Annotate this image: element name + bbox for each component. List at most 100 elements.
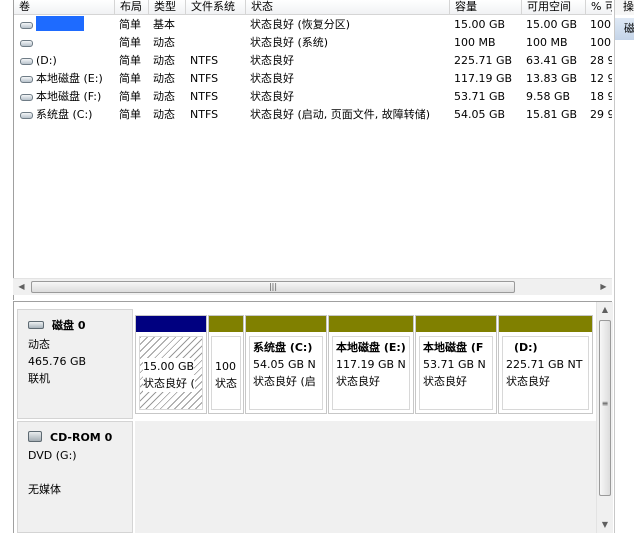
volume-icon — [20, 40, 33, 47]
cdrom-0-drive: DVD (G:) — [28, 449, 77, 462]
column-header-capacity[interactable]: 容量 — [450, 0, 522, 15]
cdrom-0-title: CD-ROM 0 — [50, 431, 113, 444]
scroll-thumb[interactable]: ≡ — [599, 320, 611, 496]
volume-icon — [20, 22, 33, 29]
capacity-cell: 53.71 GB — [454, 90, 506, 103]
partition-body: 15.00 GB 状态良好 ( — [139, 336, 203, 410]
cdrom-0-area — [135, 421, 596, 533]
partition-status: 状态良好 — [336, 375, 380, 388]
partition-status: 状态 — [215, 377, 237, 390]
disk-0-label[interactable]: 磁盘 0 动态 465.76 GB 联机 — [17, 309, 133, 419]
partition-status: 状态良好 — [506, 375, 550, 388]
volume-cell: 系统盘 (C:) — [16, 106, 115, 124]
disk-0-type: 动态 — [28, 338, 50, 351]
capacity-cell: 225.71 GB — [454, 54, 513, 67]
volume-row[interactable]: 本地磁盘 (E:) 简单 动态 NTFS 状态良好 117.19 GB 13.8… — [14, 70, 612, 88]
status-cell: 状态良好 (启动, 页面文件, 故障转储) — [250, 108, 431, 121]
partition-status: 状态良好 (启 — [253, 375, 316, 388]
action-pane-item[interactable]: 磁 — [615, 18, 634, 40]
partition-status: 状态良好 ( — [143, 375, 195, 392]
partition-body: 本地磁盘 (E:) 117.19 GB N 状态良好 — [332, 336, 410, 410]
volume-row[interactable]: 简单 基本 状态良好 (恢复分区) 15.00 GB 15.00 GB 100 — [14, 16, 612, 34]
column-header-status[interactable]: 状态 — [246, 0, 450, 15]
free-space-cell: 63.41 GB — [526, 54, 578, 67]
partition-size: 225.71 GB NT — [506, 358, 583, 371]
status-cell: 状态良好 (系统) — [250, 36, 329, 49]
disk-view-vertical-scrollbar[interactable]: ▲ ≡ ▼ — [596, 302, 613, 533]
partition-title: 本地磁盘 (F — [423, 341, 484, 354]
volume-cell: 本地磁盘 (E:) — [16, 70, 115, 88]
percent-free-cell: 100 — [590, 36, 611, 49]
filesystem-cell: NTFS — [190, 90, 219, 103]
partition-body: 100 状态 — [211, 336, 241, 410]
status-cell: 状态良好 — [250, 90, 294, 103]
action-pane-header: 操 — [615, 0, 634, 15]
redacted-volume-name — [36, 16, 84, 31]
capacity-cell: 15.00 GB — [454, 18, 506, 31]
percent-free-cell: 29 9 — [590, 108, 612, 121]
partition-size: 117.19 GB N — [336, 358, 406, 371]
volume-icon — [20, 76, 33, 83]
partition-size: 53.71 GB N — [423, 358, 486, 371]
disk-0-row: 磁盘 0 动态 465.76 GB 联机 15.00 GB 状态良好 ( 100… — [14, 302, 596, 420]
partition-body: 系统盘 (C:) 54.05 GB N 状态良好 (启 — [249, 336, 323, 410]
percent-free-cell: 12 9 — [590, 72, 612, 85]
percent-free-cell: 18 9 — [590, 90, 612, 103]
scroll-left-icon[interactable]: ◀ — [13, 279, 30, 296]
percent-free-cell: 100 — [590, 18, 611, 31]
partition-bar — [499, 316, 592, 332]
volume-rows: 简单 基本 状态良好 (恢复分区) 15.00 GB 15.00 GB 100 … — [14, 16, 612, 124]
partition-recovery[interactable]: 15.00 GB 状态良好 ( — [135, 315, 207, 414]
cdrom-0-label[interactable]: CD-ROM 0 DVD (G:) 无媒体 — [17, 421, 133, 533]
volume-list-header: 卷 布局 类型 文件系统 状态 容量 可用空间 % 可 — [14, 0, 612, 15]
layout-cell: 简单 — [119, 18, 141, 31]
partition-size: 15.00 GB — [143, 358, 195, 375]
cdrom-0-media: 无媒体 — [28, 483, 61, 496]
volume-row[interactable]: 系统盘 (C:) 简单 动态 NTFS 状态良好 (启动, 页面文件, 故障转储… — [14, 106, 612, 124]
volume-cell: 本地磁盘 (F:) — [16, 88, 115, 106]
filesystem-cell — [186, 34, 246, 52]
type-cell: 基本 — [153, 18, 175, 31]
cdrom-drive-icon — [28, 431, 42, 442]
partition-bar — [136, 316, 206, 332]
partition-e[interactable]: 本地磁盘 (E:) 117.19 GB N 状态良好 — [328, 315, 414, 414]
partition-bar — [416, 316, 496, 332]
partition-c[interactable]: 系统盘 (C:) 54.05 GB N 状态良好 (启 — [245, 315, 327, 414]
type-cell: 动态 — [153, 36, 175, 49]
partition-body: (D:) 225.71 GB NT 状态良好 — [502, 336, 589, 410]
volume-icon — [20, 94, 33, 101]
partition-size: 54.05 GB N — [253, 358, 316, 371]
column-header-type[interactable]: 类型 — [149, 0, 186, 15]
partition-body: 本地磁盘 (F 53.71 GB N 状态良好 — [419, 336, 493, 410]
column-header-volume[interactable]: 卷 — [14, 0, 115, 15]
status-cell: 状态良好 (恢复分区) — [250, 18, 351, 31]
layout-cell: 简单 — [119, 90, 141, 103]
partition-f[interactable]: 本地磁盘 (F 53.71 GB N 状态良好 — [415, 315, 497, 414]
volume-row[interactable]: 本地磁盘 (F:) 简单 动态 NTFS 状态良好 53.71 GB 9.58 … — [14, 88, 612, 106]
disk-graphical-view: 磁盘 0 动态 465.76 GB 联机 15.00 GB 状态良好 ( 100… — [13, 301, 613, 533]
column-header-free-space[interactable]: 可用空间 — [522, 0, 586, 15]
type-cell: 动态 — [153, 72, 175, 85]
volume-list-horizontal-scrollbar[interactable]: ◀ ||| ▶ — [13, 278, 612, 295]
scroll-up-icon[interactable]: ▲ — [597, 302, 613, 318]
scroll-down-icon[interactable]: ▼ — [597, 517, 613, 533]
column-header-filesystem[interactable]: 文件系统 — [186, 0, 246, 15]
partition-d[interactable]: (D:) 225.71 GB NT 状态良好 — [498, 315, 593, 414]
capacity-cell: 54.05 GB — [454, 108, 506, 121]
layout-cell: 简单 — [119, 36, 141, 49]
free-space-cell: 13.83 GB — [526, 72, 578, 85]
partition-status: 状态良好 — [423, 375, 467, 388]
type-cell: 动态 — [153, 90, 175, 103]
filesystem-cell: NTFS — [190, 108, 219, 121]
partition-system-reserved[interactable]: 100 状态 — [208, 315, 244, 414]
column-header-percent-free[interactable]: % 可 — [586, 0, 612, 15]
partition-title: 系统盘 (C:) — [253, 341, 313, 354]
scroll-right-icon[interactable]: ▶ — [595, 279, 612, 296]
volume-row[interactable]: (D:) 简单 动态 NTFS 状态良好 225.71 GB 63.41 GB … — [14, 52, 612, 70]
volume-row[interactable]: 简单 动态 状态良好 (系统) 100 MB 100 MB 100 — [14, 34, 612, 52]
volume-cell: (D:) — [16, 52, 115, 70]
volume-cell — [16, 34, 115, 52]
column-header-layout[interactable]: 布局 — [115, 0, 149, 15]
scroll-thumb[interactable]: ||| — [31, 281, 515, 293]
free-space-cell: 15.81 GB — [526, 108, 578, 121]
